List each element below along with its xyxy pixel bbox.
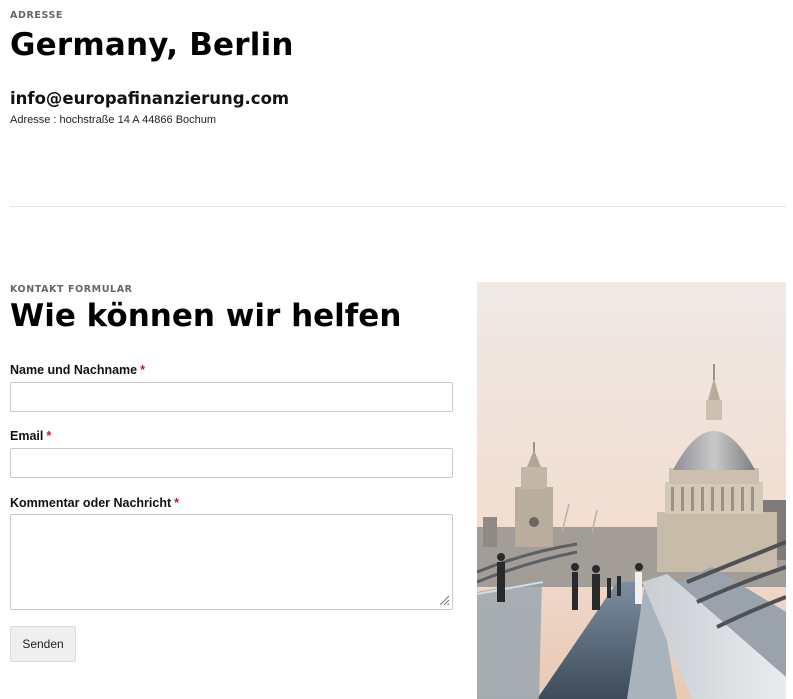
message-textarea[interactable] xyxy=(10,514,453,610)
message-label-text: Kommentar oder Nachricht xyxy=(10,496,172,510)
section-divider xyxy=(10,206,786,207)
contact-page: ADRESSE Germany, Berlin info@europafinan… xyxy=(0,0,793,699)
name-input[interactable] xyxy=(10,382,453,412)
required-marker: * xyxy=(46,429,52,443)
required-marker: * xyxy=(174,496,180,510)
name-label-text: Name und Nachname xyxy=(10,363,138,377)
submit-button[interactable]: Senden xyxy=(10,626,76,662)
city-heading: Germany, Berlin xyxy=(10,27,294,63)
email-link[interactable]: info@europafinanzierung.com xyxy=(10,89,289,108)
contact-heading: Wie können wir helfen xyxy=(10,298,402,334)
postal-address: Adresse : hochstraße 14 A 44866 Bochum xyxy=(10,114,217,126)
email-input[interactable] xyxy=(10,448,453,478)
resize-grip-icon[interactable] xyxy=(438,594,450,606)
required-marker: * xyxy=(140,363,145,377)
email-label-text: Email xyxy=(10,429,44,443)
contact-eyebrow: KONTAKT FORMULAR xyxy=(10,284,133,295)
city-cathedral-bridge-photo xyxy=(477,282,786,699)
address-eyebrow: ADRESSE xyxy=(10,10,63,21)
email-field-label: Email * xyxy=(10,429,51,443)
photo-illustration xyxy=(477,282,786,699)
name-field-label: Name und Nachname * xyxy=(10,363,145,377)
message-field-label: Kommentar oder Nachricht * xyxy=(10,496,179,510)
